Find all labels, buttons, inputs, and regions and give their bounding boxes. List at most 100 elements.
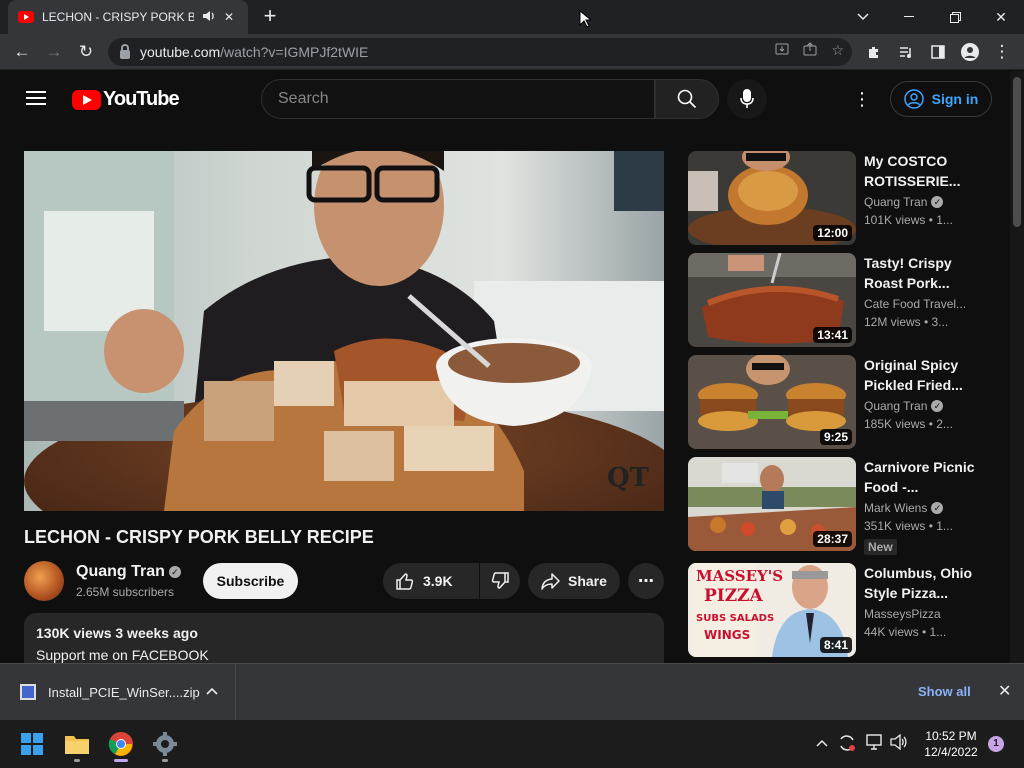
video-player[interactable]: QT (24, 151, 664, 511)
sign-in-button[interactable]: Sign in (890, 81, 992, 117)
address-bar[interactable]: youtube.com/watch?v=IGMPJf2tWIE ☆ (108, 38, 852, 66)
video-thumbnail[interactable]: MASSEY'S PIZZA SUBS SALADS WINGS 8:41 (688, 563, 856, 657)
related-video-title[interactable]: Carnivore Picnic Food -... (864, 457, 984, 497)
scrollbar-thumb[interactable] (1013, 77, 1021, 227)
volume-icon[interactable] (890, 733, 908, 754)
more-actions-button[interactable]: ⋯ (628, 563, 664, 599)
subscribe-button[interactable]: Subscribe (203, 563, 298, 599)
channel-name[interactable]: Quang Tran ✓ (76, 563, 181, 581)
download-item[interactable]: Install_PCIE_WinSer....zip (0, 664, 236, 720)
verified-check-icon: ✓ (931, 196, 944, 208)
video-thumbnail[interactable]: 13:41 (688, 253, 856, 347)
search-box[interactable] (261, 79, 655, 119)
tab-search-icon[interactable] (840, 0, 886, 34)
thumbs-down-icon (491, 572, 509, 589)
verified-check-icon: ✓ (931, 502, 944, 514)
related-channel-name[interactable]: Quang Tran ✓ (864, 195, 944, 209)
dislike-button[interactable] (480, 563, 520, 599)
related-video[interactable]: 13:41 Tasty! Crispy Roast Pork... Cate F… (688, 253, 998, 347)
mouse-cursor-icon (579, 10, 591, 28)
share-label: Share (568, 573, 607, 589)
install-app-icon[interactable] (775, 42, 789, 59)
minimize-button[interactable] (886, 0, 932, 34)
description-box[interactable]: 130K views 3 weeks ago Support me on FAC… (24, 613, 664, 663)
reload-icon[interactable]: ↻ (72, 38, 100, 66)
views-and-date: 130K views 3 weeks ago (36, 625, 198, 641)
related-views: 185K views • 2... (864, 417, 953, 431)
chevron-up-icon[interactable] (206, 684, 218, 698)
related-video[interactable]: 28:37 Carnivore Picnic Food -... Mark Wi… (688, 457, 998, 555)
back-arrow-icon[interactable]: ← (8, 38, 36, 66)
channel-avatar[interactable] (24, 561, 64, 601)
related-channel-name[interactable]: Cate Food Travel... (864, 297, 966, 311)
related-video-title[interactable]: Tasty! Crispy Roast Pork... (864, 253, 984, 293)
video-duration: 12:00 (813, 225, 852, 241)
notification-badge[interactable]: 1 (988, 736, 1004, 752)
video-thumbnail[interactable]: 12:00 (688, 151, 856, 245)
hamburger-menu-icon[interactable] (26, 91, 46, 105)
share-page-icon[interactable] (803, 42, 817, 59)
chrome-menu-icon[interactable]: ⋮ (988, 38, 1016, 66)
related-video-title[interactable]: My COSTCO ROTISSERIE... (864, 151, 984, 191)
share-button[interactable]: Share (528, 563, 620, 599)
like-button[interactable]: 3.9K (383, 563, 479, 599)
network-icon[interactable] (866, 734, 884, 754)
related-video-title[interactable]: Original Spicy Pickled Fried... (864, 355, 984, 395)
downloads-bar: Install_PCIE_WinSer....zip Show all ✕ (0, 663, 1024, 720)
close-downloads-icon[interactable]: ✕ (998, 681, 1011, 701)
new-tab-button[interactable]: + (258, 5, 282, 29)
system-clock[interactable]: 10:52 PM 12/4/2022 (918, 728, 984, 760)
verified-check-icon: ✓ (931, 400, 944, 412)
related-channel-name[interactable]: Quang Tran ✓ (864, 399, 944, 413)
close-window-button[interactable]: ✕ (978, 0, 1024, 34)
file-explorer-icon[interactable] (61, 728, 93, 762)
tab-close-icon[interactable]: ✕ (224, 10, 234, 24)
voice-search-button[interactable] (727, 79, 767, 119)
related-video[interactable]: 9:25 Original Spicy Pickled Fried... Qua… (688, 355, 998, 449)
side-panel-icon[interactable] (924, 38, 952, 66)
related-channel-name[interactable]: MasseysPizza (864, 607, 941, 621)
related-channel-name[interactable]: Mark Wiens ✓ (864, 501, 944, 515)
audio-playing-icon[interactable] (202, 10, 216, 25)
windows-taskbar: 10:52 PM 12/4/2022 1 (0, 720, 1024, 768)
video-duration: 9:25 (819, 429, 852, 445)
related-video-title[interactable]: Columbus, Ohio Style Pizza... (864, 563, 984, 603)
youtube-page: YouTube ⋮ Sign in (0, 71, 1010, 663)
clock-time: 10:52 PM (925, 729, 977, 743)
channel-watermark: QT (607, 463, 650, 493)
video-title: LECHON - CRISPY PORK BELLY RECIPE (24, 527, 374, 547)
show-all-button[interactable]: Show all (918, 684, 971, 699)
settings-gear-icon[interactable] (149, 728, 181, 762)
related-video[interactable]: MASSEY'S PIZZA SUBS SALADS WINGS 8:41 Co… (688, 563, 998, 657)
account-icon (903, 89, 924, 109)
lock-icon[interactable] (120, 43, 130, 59)
sync-icon[interactable] (838, 734, 856, 756)
settings-more-icon[interactable]: ⋮ (850, 87, 874, 111)
browser-titlebar: LECHON - CRISPY PORK BELLY RECIPE ✕ + ✕ (0, 0, 1024, 34)
bookmark-star-icon[interactable]: ☆ (831, 42, 844, 59)
profile-icon[interactable] (956, 38, 984, 66)
media-control-icon[interactable] (892, 38, 920, 66)
video-thumbnail[interactable]: 28:37 (688, 457, 856, 551)
youtube-masthead: YouTube ⋮ Sign in (0, 71, 1010, 127)
extensions-puzzle-icon[interactable] (860, 38, 888, 66)
video-thumbnail[interactable]: 9:25 (688, 355, 856, 449)
windows-start-icon[interactable] (16, 728, 48, 760)
thumbs-up-icon (396, 573, 414, 590)
chrome-taskbar-icon[interactable] (105, 728, 137, 762)
new-badge: New (864, 539, 897, 555)
subscriber-count: 2.65M subscribers (76, 585, 175, 599)
search-icon (677, 89, 697, 109)
search-button[interactable] (655, 79, 719, 119)
description-text: Support me on FACEBOOK (36, 647, 209, 663)
youtube-logo[interactable]: YouTube (72, 88, 180, 111)
forward-arrow-icon[interactable]: → (40, 38, 68, 66)
like-count: 3.9K (423, 573, 453, 589)
browser-tab[interactable]: LECHON - CRISPY PORK BELLY RECIPE ✕ (8, 0, 248, 34)
restore-button[interactable] (932, 0, 978, 34)
page-scrollbar[interactable] (1010, 71, 1024, 663)
tray-overflow-chevron-icon[interactable] (816, 734, 828, 751)
search-input[interactable] (278, 90, 654, 108)
related-video[interactable]: 12:00 My COSTCO ROTISSERIE... Quang Tran… (688, 151, 998, 245)
clock-date: 12/4/2022 (924, 745, 978, 759)
